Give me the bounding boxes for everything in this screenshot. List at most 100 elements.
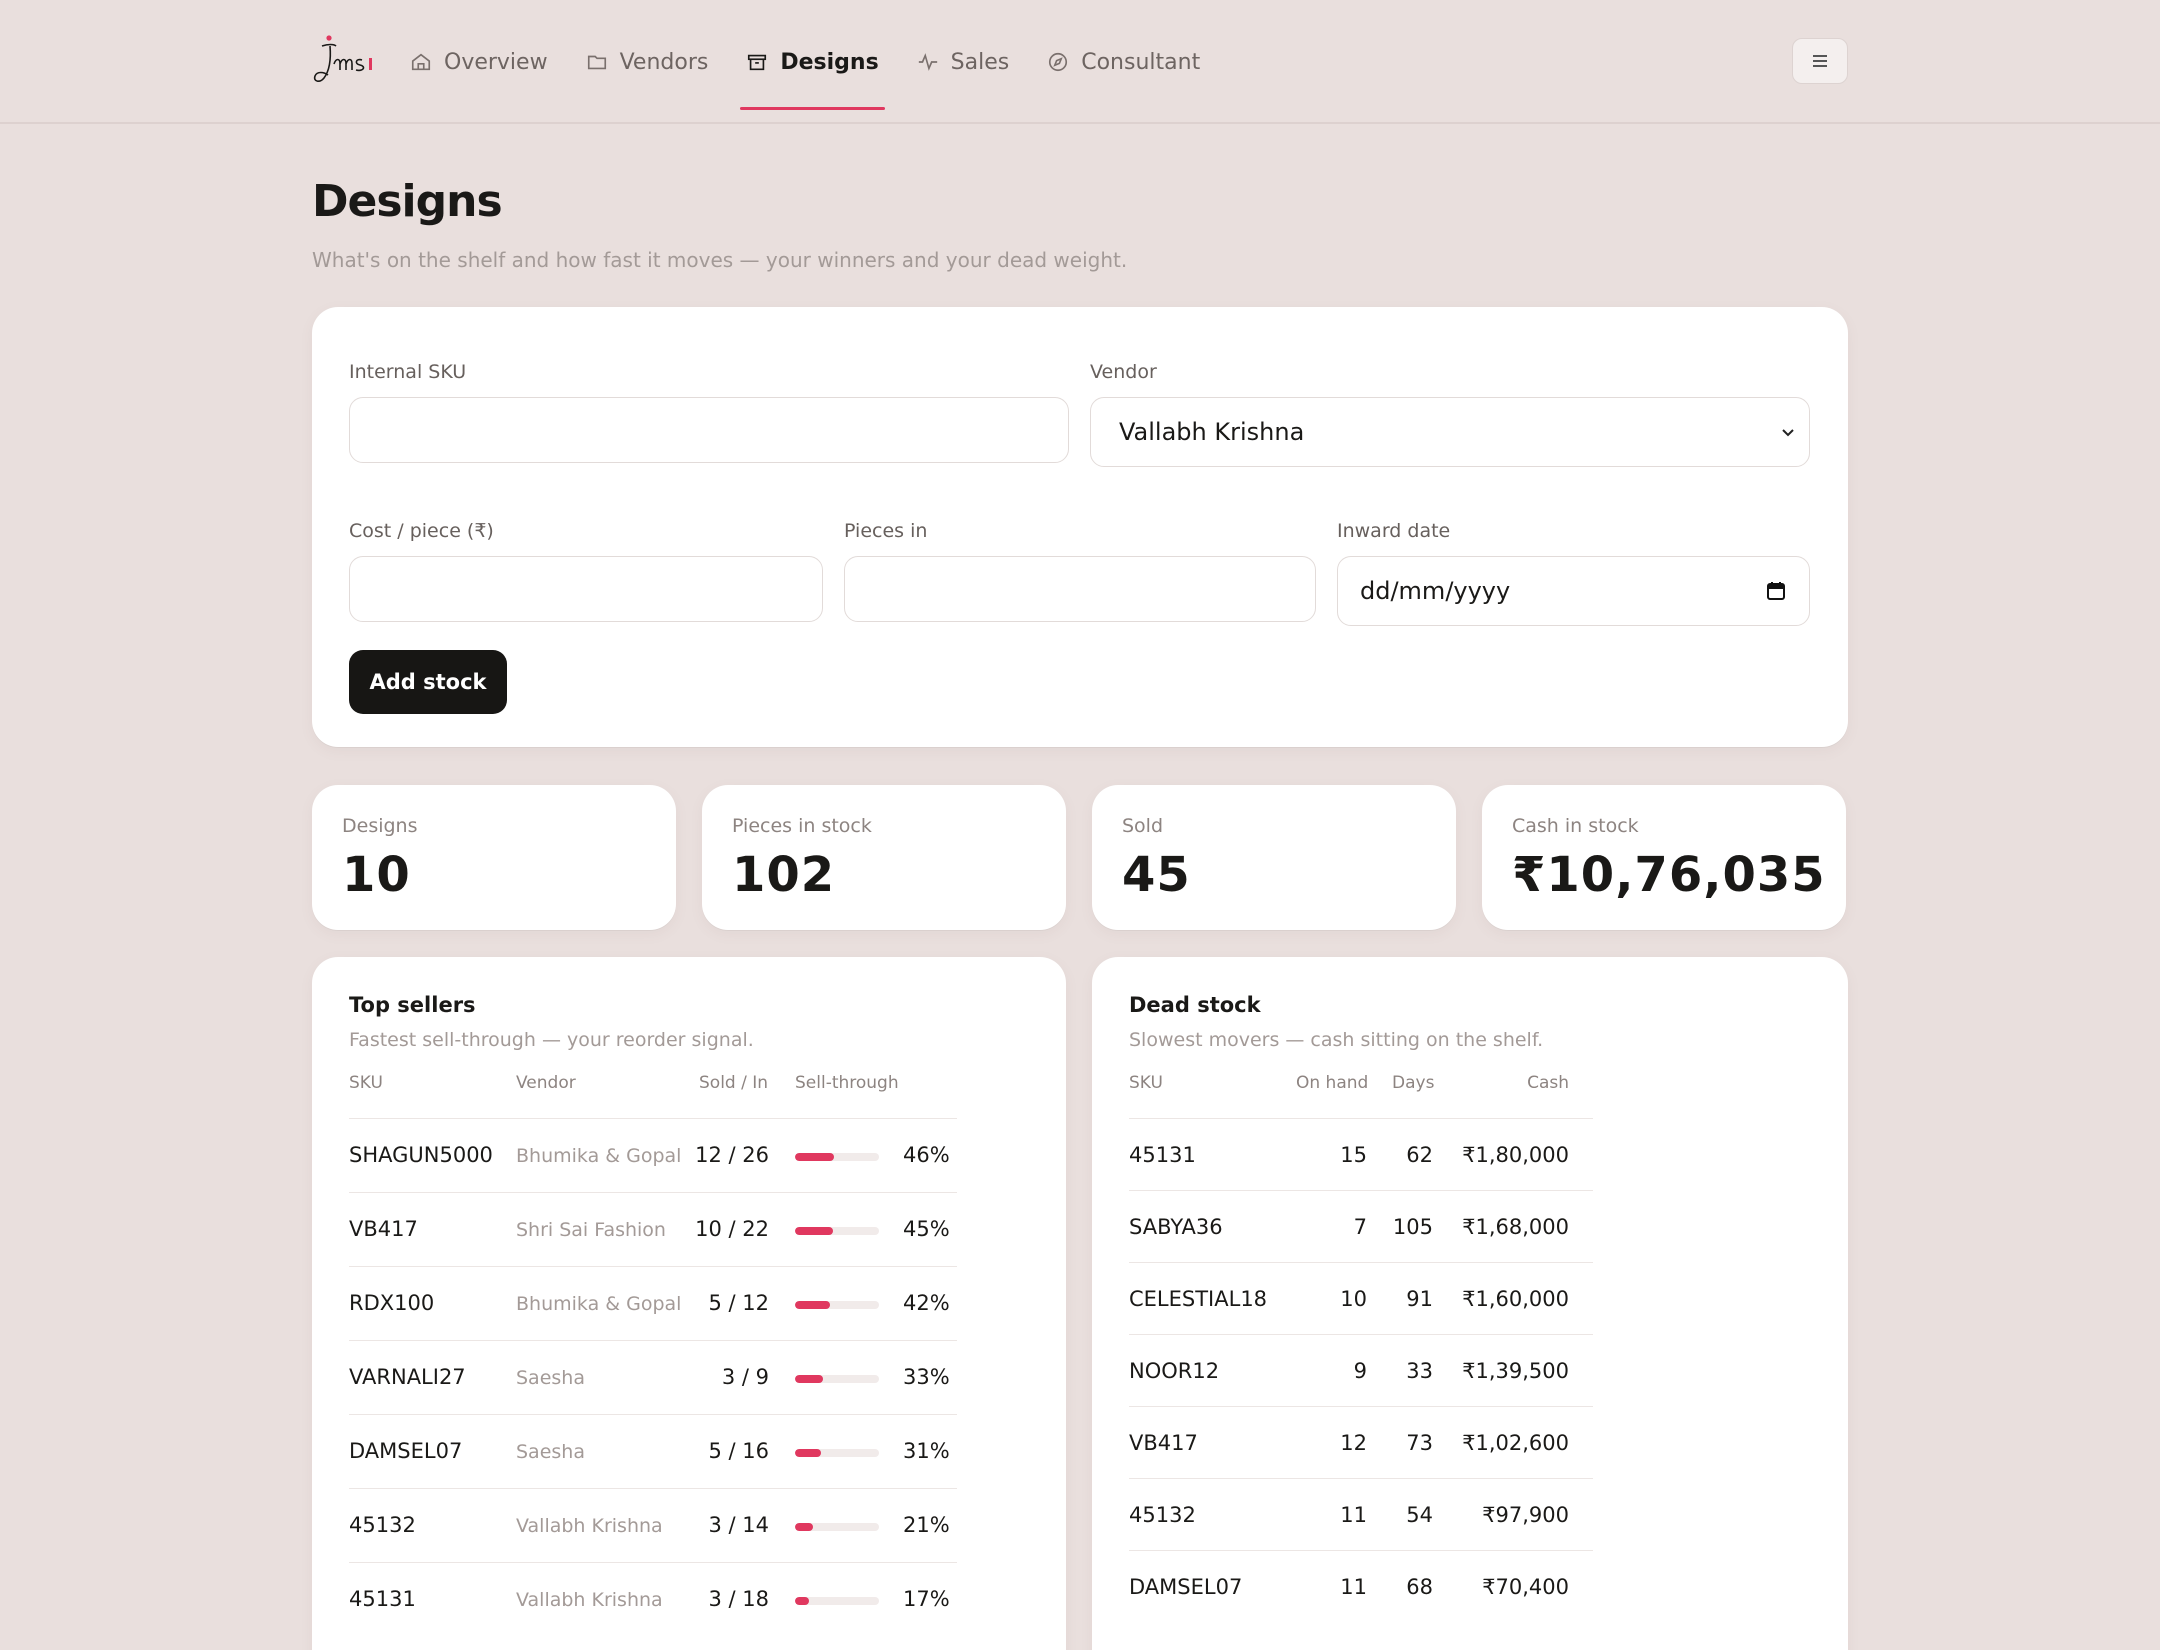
date-label: Inward date [1337,520,1451,542]
row-days: 68 [1406,1575,1433,1599]
row-cash: ₹1,02,600 [1462,1431,1569,1455]
table-row[interactable]: DAMSEL07 Saesha 5 / 16 31% [349,1414,957,1488]
stat-label: Cash in stock [1512,815,1639,837]
row-sell-through: 21% [903,1513,950,1537]
row-sku: DAMSEL07 [1129,1575,1243,1599]
row-cash: ₹70,400 [1482,1575,1569,1599]
top-sellers-header: SKU Vendor Sold / In Sell-through [349,1073,957,1101]
col-vendor: Vendor [516,1073,576,1093]
vendor-label: Vendor [1090,361,1157,383]
row-sku: 45132 [1129,1503,1196,1527]
folder-icon [587,55,606,70]
nav-label: Designs [780,49,879,75]
table-row[interactable]: SABYA36 7 105 ₹1,68,000 [1129,1190,1593,1262]
table-row[interactable]: VB417 12 73 ₹1,02,600 [1129,1406,1593,1478]
table-row[interactable]: 45131 15 62 ₹1,80,000 [1129,1118,1593,1190]
inward-date-input[interactable]: dd/mm/yyyy [1337,556,1810,626]
row-sell-through: 46% [903,1143,950,1167]
row-sku: SABYA36 [1129,1215,1223,1239]
row-days: 54 [1406,1503,1433,1527]
row-vendor: Saesha [516,1441,585,1463]
row-sku: VB417 [349,1217,418,1241]
table-row[interactable]: VARNALI27 Saesha 3 / 9 33% [349,1340,957,1414]
table-row[interactable]: RDX100 Bhumika & Gopal 5 / 12 42% [349,1266,957,1340]
table-row[interactable]: 45132 Vallabh Krishna 3 / 14 21% [349,1488,957,1562]
table-row[interactable]: CELESTIAL18 10 91 ₹1,60,000 [1129,1262,1593,1334]
top-sellers-subtitle: Fastest sell-through — your reorder sign… [349,1029,754,1051]
nav-sales[interactable]: Sales [915,0,1012,124]
dead-stock-title: Dead stock [1129,993,1261,1017]
table-row[interactable]: SHAGUN5000 Bhumika & Gopal 12 / 26 46% [349,1118,957,1192]
row-vendor: Vallabh Krishna [516,1589,663,1611]
date-placeholder: dd/mm/yyyy [1360,577,1511,605]
stat-sold: Sold 45 [1092,785,1456,930]
table-row[interactable]: NOOR12 9 33 ₹1,39,500 [1129,1334,1593,1406]
dead-stock-header: SKU On hand Days Cash [1129,1073,1593,1101]
row-on-hand: 9 [1353,1359,1367,1383]
stat-label: Sold [1122,815,1164,837]
page-subtitle: What's on the shelf and how fast it move… [312,248,1128,272]
menu-button[interactable] [1792,38,1848,84]
col-sold-in: Sold / In [699,1073,769,1093]
row-sku: SHAGUN5000 [349,1143,493,1167]
calendar-icon[interactable] [1765,580,1787,602]
row-sold-in: 5 / 16 [708,1439,769,1463]
row-cash: ₹1,80,000 [1462,1143,1569,1167]
table-row[interactable]: VB417 Shri Sai Fashion 10 / 22 45% [349,1192,957,1266]
stat-designs: Designs 10 [312,785,676,930]
row-cash: ₹1,39,500 [1462,1359,1569,1383]
table-row[interactable]: DAMSEL07 11 68 ₹70,400 [1129,1550,1593,1622]
add-stock-button[interactable]: Add stock [349,650,507,714]
logo-mark [313,35,372,82]
row-days: 33 [1406,1359,1433,1383]
row-sold-in: 12 / 26 [695,1143,769,1167]
row-sold-in: 3 / 18 [708,1587,769,1611]
nav-label: Overview [444,49,548,75]
nav-vendors[interactable]: Vendors [584,0,711,124]
compass-icon [1049,52,1068,72]
row-vendor: Saesha [516,1367,585,1389]
row-vendor: Bhumika & Gopal [516,1145,682,1167]
nav-consultant[interactable]: Consultant [1045,0,1202,124]
stat-label: Pieces in stock [732,815,872,837]
row-sku: NOOR12 [1129,1359,1220,1383]
cost-input[interactable] [349,556,823,622]
row-days: 91 [1406,1287,1433,1311]
vendor-select[interactable]: Vallabh Krishna [1090,397,1810,467]
row-sku: RDX100 [349,1291,435,1315]
row-cash: ₹1,60,000 [1462,1287,1569,1311]
table-row[interactable]: 45131 Vallabh Krishna 3 / 18 17% [349,1562,957,1636]
sell-through-bar [795,1153,879,1161]
row-sell-through: 42% [903,1291,950,1315]
sku-input[interactable] [349,397,1069,463]
vendor-selected-value: Vallabh Krishna [1119,418,1305,446]
table-row[interactable]: 45132 11 54 ₹97,900 [1129,1478,1593,1550]
sell-through-bar [795,1375,879,1383]
row-vendor: Bhumika & Gopal [516,1293,682,1315]
row-sku: 45131 [349,1587,416,1611]
nav-label: Sales [950,49,1010,75]
app-logo[interactable] [310,34,376,86]
row-sku: VARNALI27 [349,1365,466,1389]
row-vendor: Vallabh Krishna [516,1515,663,1537]
sell-through-bar [795,1301,879,1309]
row-on-hand: 7 [1353,1215,1367,1239]
sell-through-bar [795,1597,879,1605]
activity-icon [918,53,937,71]
add-stock-form: Internal SKU Vendor Vallabh Krishna Cost… [312,307,1848,747]
row-on-hand: 15 [1340,1143,1367,1167]
sell-through-bar [795,1449,879,1457]
page-title: Designs [312,176,503,227]
sell-through-bar-fill [795,1449,822,1457]
top-sellers-card: Top sellers Fastest sell-through — your … [312,957,1066,1650]
nav-designs[interactable]: Designs [740,0,886,124]
pieces-input[interactable] [844,556,1316,622]
row-sold-in: 3 / 9 [721,1365,769,1389]
nav-label: Consultant [1081,49,1201,75]
row-sell-through: 33% [903,1365,950,1389]
row-sold-in: 5 / 12 [708,1291,769,1315]
nav-overview[interactable]: Overview [408,0,550,124]
sell-through-bar-fill [795,1523,813,1531]
row-sku: CELESTIAL18 [1129,1287,1268,1311]
sell-through-bar [795,1227,879,1235]
